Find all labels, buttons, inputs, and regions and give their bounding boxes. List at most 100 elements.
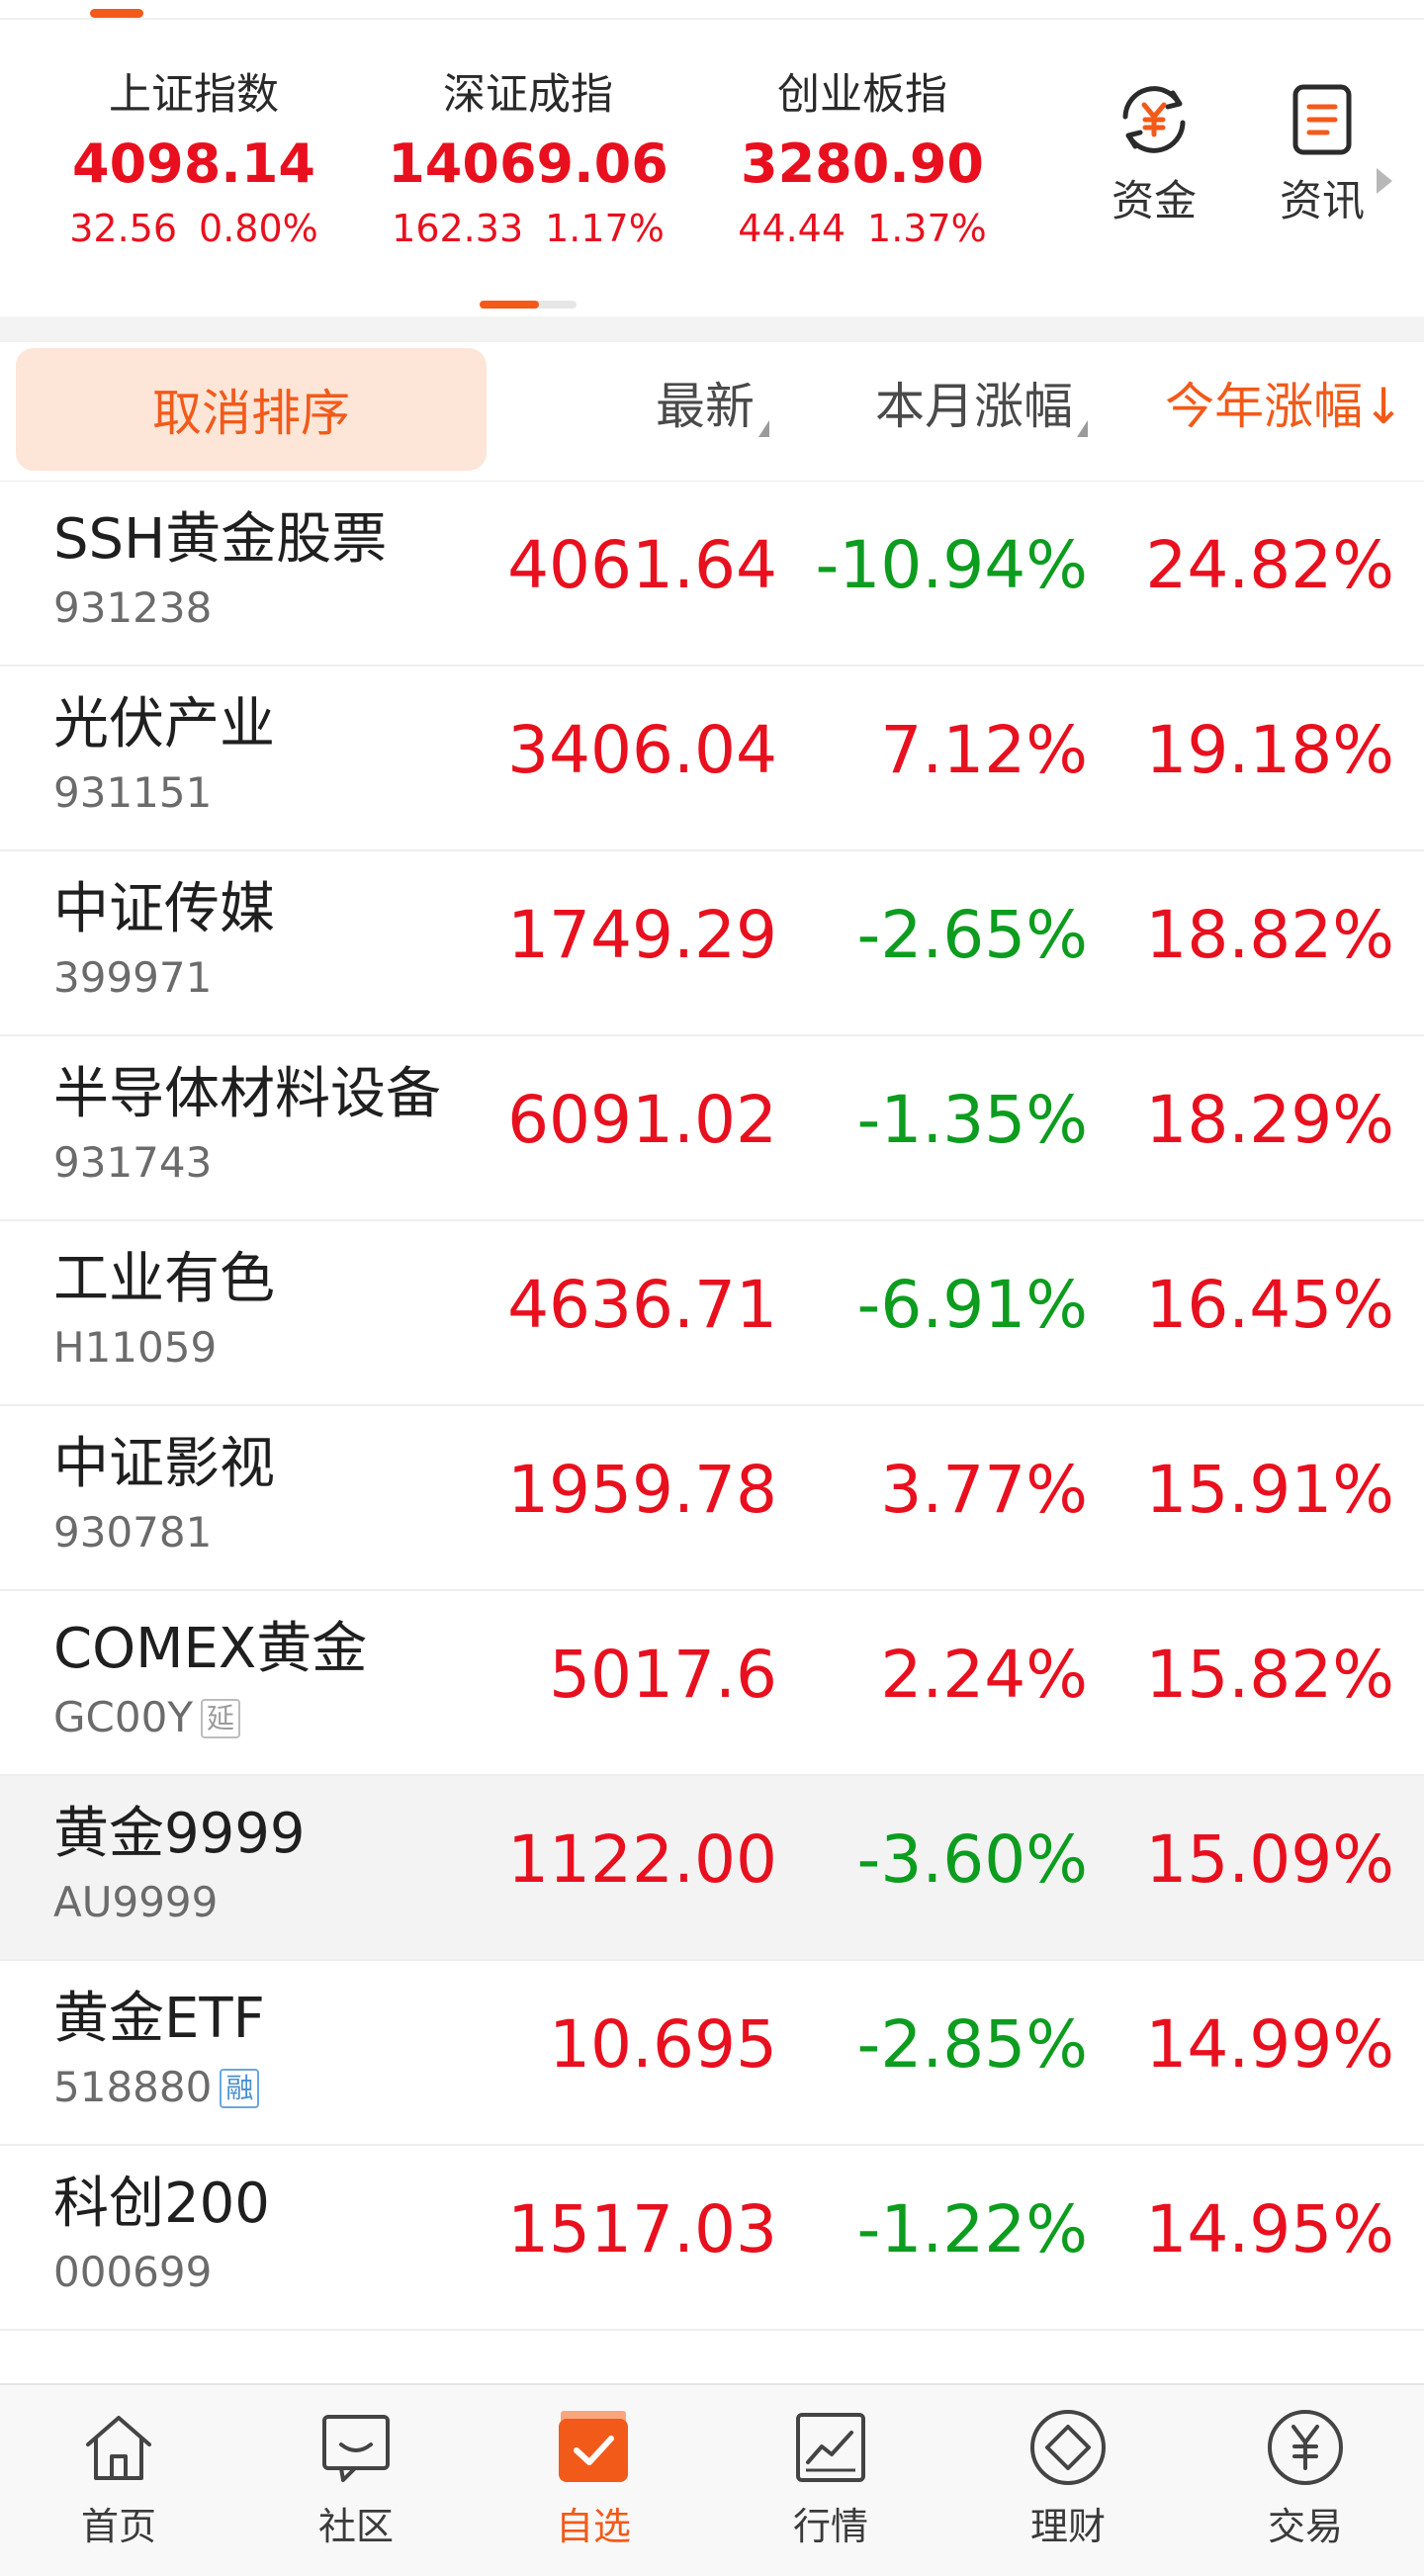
nav-market[interactable]: 行情 — [732, 2405, 930, 2551]
security-name: 工业有色 — [53, 1247, 275, 1311]
column-month-change[interactable]: 本月涨幅 — [875, 372, 1088, 441]
sort-triangle-icon — [1077, 420, 1088, 437]
table-row[interactable]: 工业有色 H11059 4636.71 -6.91% 16.45% — [0, 1221, 1424, 1406]
table-row[interactable]: 黄金ETF 518880 融 10.695 -2.85% 14.99% — [0, 1961, 1424, 2146]
table-row[interactable]: 光伏产业 931151 3406.04 7.12% 19.18% — [0, 666, 1424, 851]
year-change: 15.09% — [1145, 1821, 1394, 1898]
index-value: 4098.14 — [72, 133, 315, 195]
month-change: -1.35% — [856, 1082, 1088, 1158]
year-change: 16.45% — [1145, 1267, 1394, 1343]
security-code: H11059 — [53, 1320, 217, 1376]
market-chart-icon — [796, 2413, 865, 2482]
yuan-exchange-icon — [1122, 86, 1186, 153]
security-code-text: H11059 — [53, 1323, 218, 1372]
table-row[interactable]: 黄金9999 AU9999 1122.00 -3.60% 15.09% — [0, 1776, 1424, 1961]
security-code-text: GC00Y — [53, 1693, 193, 1741]
index-card-sz[interactable]: 深证成指 14069.06 162.33 1.17% — [365, 67, 691, 255]
security-code: 518880 融 — [53, 2060, 260, 2115]
index-change: 162.33 1.17% — [365, 202, 691, 255]
index-change-points: 32.56 — [69, 207, 178, 250]
security-name: 中证影视 — [53, 1432, 275, 1496]
index-change: 44.44 1.37% — [699, 202, 1025, 255]
latest-price: 5017.6 — [549, 1637, 777, 1713]
month-change: 2.24% — [880, 1637, 1088, 1713]
diamond-icon — [1030, 2410, 1106, 2485]
latest-price: 3406.04 — [507, 712, 777, 788]
index-bar: 上证指数 4098.14 32.56 0.80% 深证成指 14069.06 16… — [0, 20, 1424, 316]
month-change: 3.77% — [880, 1452, 1088, 1528]
nav-watchlist[interactable]: 自选 — [494, 2405, 692, 2551]
month-change: -2.65% — [856, 897, 1088, 973]
security-name: 半导体材料设备 — [53, 1062, 441, 1126]
sort-desc-arrow-icon: ↓ — [1363, 378, 1404, 435]
table-row[interactable]: SSH黄金股票 931238 4061.64 -10.94% 24.82% — [0, 482, 1424, 666]
index-card-cyb[interactable]: 创业板指 3280.90 44.44 1.37% — [699, 67, 1025, 255]
index-value: 3280.90 — [741, 133, 984, 195]
index-change-pct: 0.80% — [199, 207, 318, 250]
security-code-text: 518880 — [53, 2063, 213, 2111]
nav-community-label: 社区 — [317, 2505, 394, 2548]
index-change: 32.56 0.80% — [31, 202, 357, 255]
security-code: 931238 — [53, 580, 212, 636]
security-badge: 延 — [200, 1699, 240, 1738]
scroll-right-icon[interactable] — [1377, 168, 1392, 194]
month-change: -1.22% — [856, 2191, 1088, 2267]
column-year-change[interactable]: 今年涨幅↓ — [1165, 372, 1404, 441]
chat-bubble-icon — [322, 2415, 390, 2482]
index-name: 深证成指 — [443, 70, 613, 120]
index-card-sh[interactable]: 上证指数 4098.14 32.56 0.80% — [31, 67, 357, 255]
year-change: 14.99% — [1145, 2006, 1394, 2083]
year-change: 19.18% — [1145, 712, 1394, 788]
news-label: 资讯 — [1280, 177, 1365, 226]
news-doc-icon — [1292, 84, 1352, 155]
bottom-nav: 首页 社区 自选 行情 理财 交易 — [0, 2383, 1424, 2576]
security-code: GC00Y 延 — [53, 1690, 240, 1745]
nav-home-label: 首页 — [80, 2505, 156, 2548]
latest-price: 6091.02 — [507, 1082, 777, 1158]
nav-watchlist-label: 自选 — [555, 2505, 631, 2548]
security-code: AU9999 — [53, 1875, 218, 1930]
year-change: 18.82% — [1145, 897, 1394, 973]
funds-label: 资金 — [1112, 177, 1197, 226]
column-month-label: 本月涨幅 — [875, 378, 1073, 435]
table-row[interactable]: 中证影视 930781 1959.78 3.77% 15.91% — [0, 1406, 1424, 1591]
column-header: 取消排序 最新 本月涨幅 今年涨幅↓ — [0, 342, 1424, 482]
index-pager — [480, 301, 577, 309]
latest-price: 4061.64 — [507, 527, 777, 603]
sort-triangle-icon — [758, 420, 769, 437]
security-name: COMEX黄金 — [53, 1617, 368, 1681]
nav-community[interactable]: 社区 — [257, 2405, 455, 2551]
table-row[interactable]: 科创200 000699 1517.03 -1.22% 14.95% — [0, 2146, 1424, 2331]
nav-trade[interactable]: 交易 — [1206, 2405, 1404, 2551]
latest-price: 1749.29 — [507, 897, 777, 973]
index-value: 14069.06 — [388, 133, 668, 195]
table-row[interactable]: COMEX黄金 GC00Y 延 5017.6 2.24% 15.82% — [0, 1591, 1424, 1776]
year-change: 15.82% — [1145, 1637, 1394, 1713]
security-code-text: 930781 — [53, 1508, 213, 1556]
year-change: 14.95% — [1145, 2191, 1394, 2267]
security-name: 黄金9999 — [53, 1802, 306, 1866]
cancel-sort-button[interactable]: 取消排序 — [16, 348, 487, 471]
security-code-text: 931238 — [53, 583, 213, 632]
security-code: 399971 — [53, 950, 212, 1006]
home-icon — [86, 2416, 151, 2480]
security-code-text: 931151 — [53, 768, 213, 817]
security-code: 000699 — [53, 2245, 212, 2300]
table-row[interactable]: 半导体材料设备 931743 6091.02 -1.35% 18.29% — [0, 1036, 1424, 1221]
month-change: -10.94% — [815, 527, 1088, 603]
nav-market-label: 行情 — [792, 2505, 868, 2548]
month-change: -3.60% — [856, 1821, 1088, 1898]
top-tab-indicator — [90, 9, 143, 18]
news-button[interactable]: 资讯 — [1248, 79, 1396, 229]
security-code: 931743 — [53, 1135, 212, 1191]
index-name: 创业板指 — [777, 70, 947, 120]
column-latest[interactable]: 最新 — [656, 372, 769, 441]
section-gap — [0, 316, 1424, 342]
nav-home[interactable]: 首页 — [20, 2405, 218, 2551]
year-change: 15.91% — [1145, 1452, 1394, 1528]
nav-wealth[interactable]: 理财 — [969, 2405, 1167, 2551]
table-row[interactable]: 中证传媒 399971 1749.29 -2.65% 18.82% — [0, 851, 1424, 1036]
funds-button[interactable]: 资金 — [1080, 79, 1228, 229]
month-change: -6.91% — [856, 1267, 1088, 1343]
security-code-text: 000699 — [53, 2248, 213, 2296]
